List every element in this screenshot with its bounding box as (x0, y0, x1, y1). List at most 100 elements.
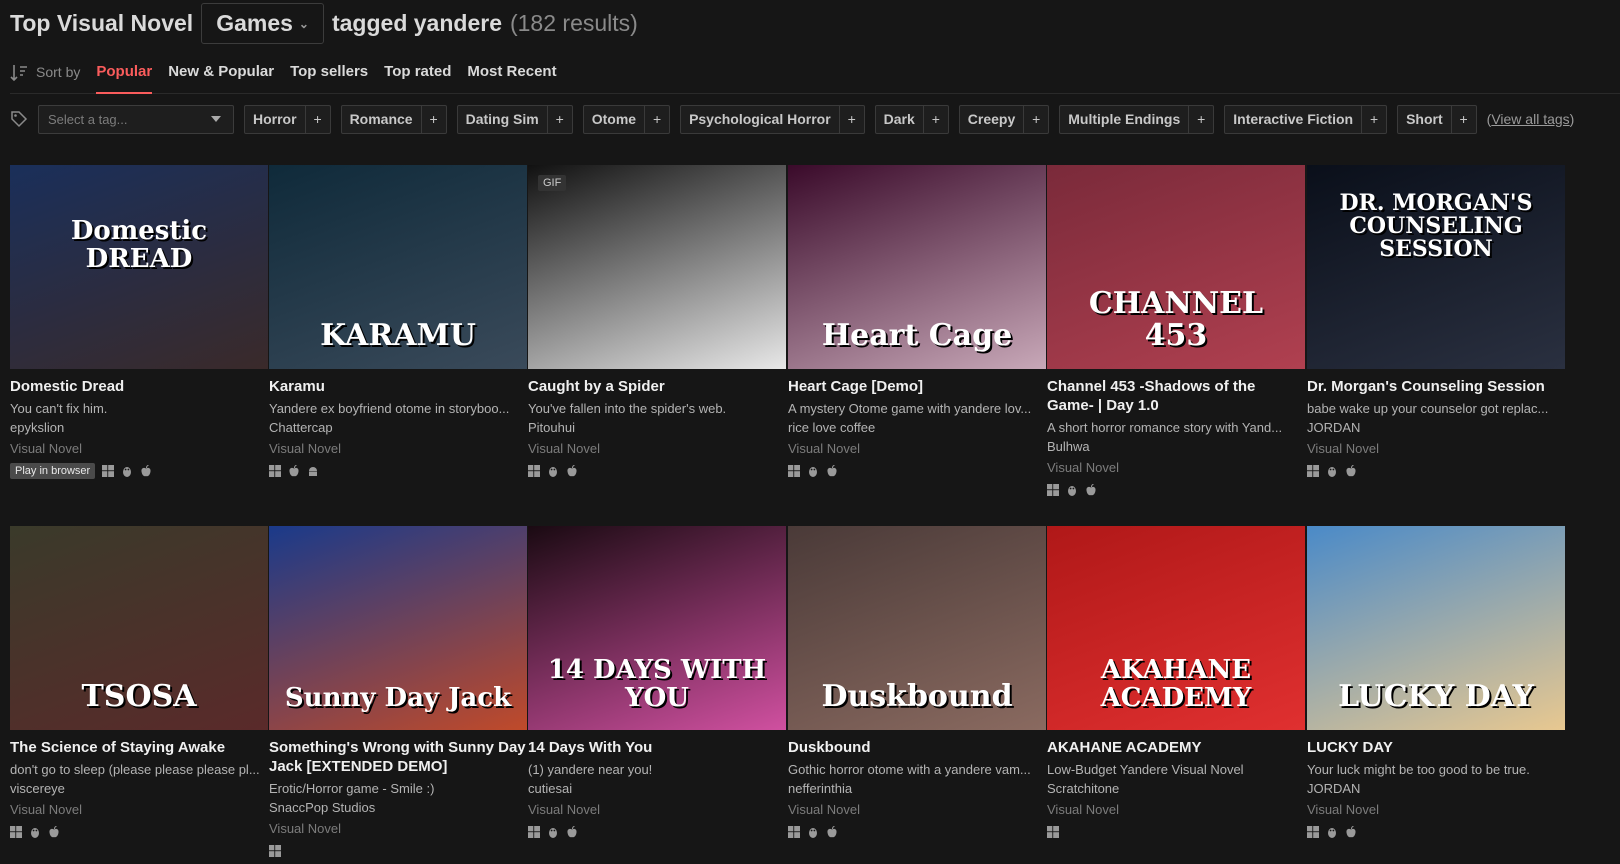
tag-add-button[interactable]: + (1362, 106, 1386, 133)
game-card[interactable]: LUCKY DAY LUCKY DAY Your luck might be too… (1307, 526, 1565, 843)
game-author[interactable]: epykslion (10, 418, 268, 438)
tag-horror[interactable]: Horror + (244, 104, 331, 134)
game-thumbnail[interactable]: AKAHANE ACADEMY (1047, 526, 1305, 730)
tag-label[interactable]: Horror (245, 105, 306, 133)
game-card[interactable]: Heart Cage Heart Cage [Demo] A mystery Oto… (788, 165, 1046, 482)
game-genre[interactable]: Visual Novel (788, 799, 1046, 821)
game-genre[interactable]: Visual Novel (269, 438, 527, 460)
game-card[interactable]: KARAMU Karamu Yandere ex boyfriend otome i… (269, 165, 527, 482)
game-author[interactable]: Scratchitone (1047, 779, 1305, 799)
tag-interactive-fiction[interactable]: Interactive Fiction + (1224, 104, 1388, 134)
game-title[interactable]: Duskbound (788, 738, 1046, 757)
game-title[interactable]: Karamu (269, 377, 527, 396)
game-title[interactable]: LUCKY DAY (1307, 738, 1565, 757)
tag-add-button[interactable]: + (548, 106, 572, 133)
tag-label[interactable]: Interactive Fiction (1225, 105, 1363, 133)
tag-label[interactable]: Creepy (960, 105, 1025, 133)
game-title[interactable]: Domestic Dread (10, 377, 268, 396)
game-author[interactable]: viscereye (10, 779, 268, 799)
sort-tab-new-popular[interactable]: New & Popular (168, 60, 274, 94)
game-genre[interactable]: Visual Novel (788, 438, 1046, 460)
tag-label[interactable]: Otome (584, 105, 646, 133)
game-author[interactable]: Chattercap (269, 418, 527, 438)
sort-tab-popular[interactable]: Popular (96, 60, 153, 94)
tag-romance[interactable]: Romance + (340, 104, 447, 134)
view-all-tags-link[interactable]: View all tags (1491, 111, 1569, 127)
tag-add-button[interactable]: + (422, 106, 446, 133)
tag-label[interactable]: Short (1398, 105, 1452, 133)
game-thumbnail[interactable]: 14 DAYS WITH YOU (528, 526, 786, 730)
game-thumbnail[interactable]: TSOSA (10, 526, 268, 730)
game-thumbnail[interactable]: CHANNEL 453 (1047, 165, 1305, 369)
game-author[interactable]: rice love coffee (788, 418, 1046, 438)
tag-add-button[interactable]: + (1189, 106, 1213, 133)
game-author[interactable]: JORDAN (1307, 418, 1565, 438)
tag-creepy[interactable]: Creepy + (958, 104, 1050, 134)
tag-label[interactable]: Psychological Horror (681, 105, 840, 133)
game-thumbnail[interactable]: LUCKY DAY (1307, 526, 1565, 730)
game-card[interactable]: AKAHANE ACADEMY AKAHANE ACADEMY Low-Budget… (1047, 526, 1305, 843)
tag-add-button[interactable]: + (1024, 106, 1048, 133)
tag-select-input[interactable]: Select a tag... (38, 104, 234, 134)
game-card[interactable]: CHANNEL 453 Channel 453 -Shadows of the G… (1047, 165, 1305, 501)
tag-label[interactable]: Dark (876, 105, 924, 133)
game-author[interactable]: SnaccPop Studios (269, 798, 527, 818)
tag-label[interactable]: Romance (342, 105, 422, 133)
game-thumbnail[interactable]: KARAMU (269, 165, 527, 369)
tag-label[interactable]: Dating Sim (458, 105, 548, 133)
category-dropdown[interactable]: Games ⌄ (201, 2, 324, 44)
tag-short[interactable]: Short + (1397, 104, 1477, 134)
game-title[interactable]: Channel 453 -Shadows of the Game- | Day … (1047, 377, 1305, 415)
game-title[interactable]: Heart Cage [Demo] (788, 377, 1046, 396)
sort-tab-top-rated[interactable]: Top rated (384, 60, 451, 94)
game-author[interactable]: cutiesai (528, 779, 786, 799)
game-card[interactable]: GIF Caught by a Spider You've fallen into … (528, 165, 786, 482)
tag-dating-sim[interactable]: Dating Sim + (456, 104, 573, 134)
windows-icon (102, 465, 115, 477)
tag-dark[interactable]: Dark + (874, 104, 949, 134)
sort-tab-top-sellers[interactable]: Top sellers (290, 60, 368, 94)
sort-tab-most-recent[interactable]: Most Recent (467, 60, 556, 94)
game-genre[interactable]: Visual Novel (1047, 457, 1305, 479)
game-author[interactable]: nefferinthia (788, 779, 1046, 799)
game-thumbnail[interactable]: GIF (528, 165, 786, 369)
game-title[interactable]: Dr. Morgan's Counseling Session (1307, 377, 1565, 396)
tag-add-button[interactable]: + (924, 106, 948, 133)
game-author[interactable]: Bulhwa (1047, 437, 1305, 457)
game-card[interactable]: DR. MORGAN'S COUNSELING SESSION Dr. Morga… (1307, 165, 1565, 482)
game-card[interactable]: 14 DAYS WITH YOU 14 Days With You (1) yand… (528, 526, 786, 843)
game-genre[interactable]: Visual Novel (1047, 799, 1305, 821)
tag-add-button[interactable]: + (306, 106, 330, 133)
game-thumbnail[interactable]: DR. MORGAN'S COUNSELING SESSION (1307, 165, 1565, 369)
game-author[interactable]: JORDAN (1307, 779, 1565, 799)
tag-label[interactable]: Multiple Endings (1060, 105, 1190, 133)
android-icon (309, 467, 317, 476)
game-genre[interactable]: Visual Novel (1307, 799, 1565, 821)
game-genre[interactable]: Visual Novel (528, 438, 786, 460)
game-genre[interactable]: Visual Novel (10, 799, 268, 821)
game-card[interactable]: Domestic DREAD Domestic Dread You can't fi… (10, 165, 268, 482)
game-title[interactable]: Something's Wrong with Sunny Day Jack [E… (269, 738, 527, 776)
game-thumbnail[interactable]: Sunny Day Jack (269, 526, 527, 730)
game-card[interactable]: Sunny Day Jack Something's Wrong with Sun… (269, 526, 527, 862)
game-card[interactable]: TSOSA The Science of Staying Awake don't g… (10, 526, 268, 843)
game-genre[interactable]: Visual Novel (10, 438, 268, 460)
tag-otome[interactable]: Otome + (582, 104, 671, 134)
game-genre[interactable]: Visual Novel (528, 799, 786, 821)
game-author[interactable]: Pitouhui (528, 418, 786, 438)
tag-add-button[interactable]: + (1452, 106, 1476, 133)
game-title[interactable]: The Science of Staying Awake (10, 738, 268, 757)
game-title[interactable]: AKAHANE ACADEMY (1047, 738, 1305, 757)
tag-add-button[interactable]: + (840, 106, 864, 133)
tag-psychological-horror[interactable]: Psychological Horror + (680, 104, 865, 134)
game-genre[interactable]: Visual Novel (269, 818, 527, 840)
game-thumbnail[interactable]: Domestic DREAD (10, 165, 268, 369)
game-card[interactable]: Duskbound Duskbound Gothic horror otome wi… (788, 526, 1046, 843)
tag-multiple-endings[interactable]: Multiple Endings + (1059, 104, 1215, 134)
game-thumbnail[interactable]: Heart Cage (788, 165, 1046, 369)
game-title[interactable]: 14 Days With You (528, 738, 786, 757)
game-thumbnail[interactable]: Duskbound (788, 526, 1046, 730)
tag-add-button[interactable]: + (645, 106, 669, 133)
game-title[interactable]: Caught by a Spider (528, 377, 786, 396)
game-genre[interactable]: Visual Novel (1307, 438, 1565, 460)
